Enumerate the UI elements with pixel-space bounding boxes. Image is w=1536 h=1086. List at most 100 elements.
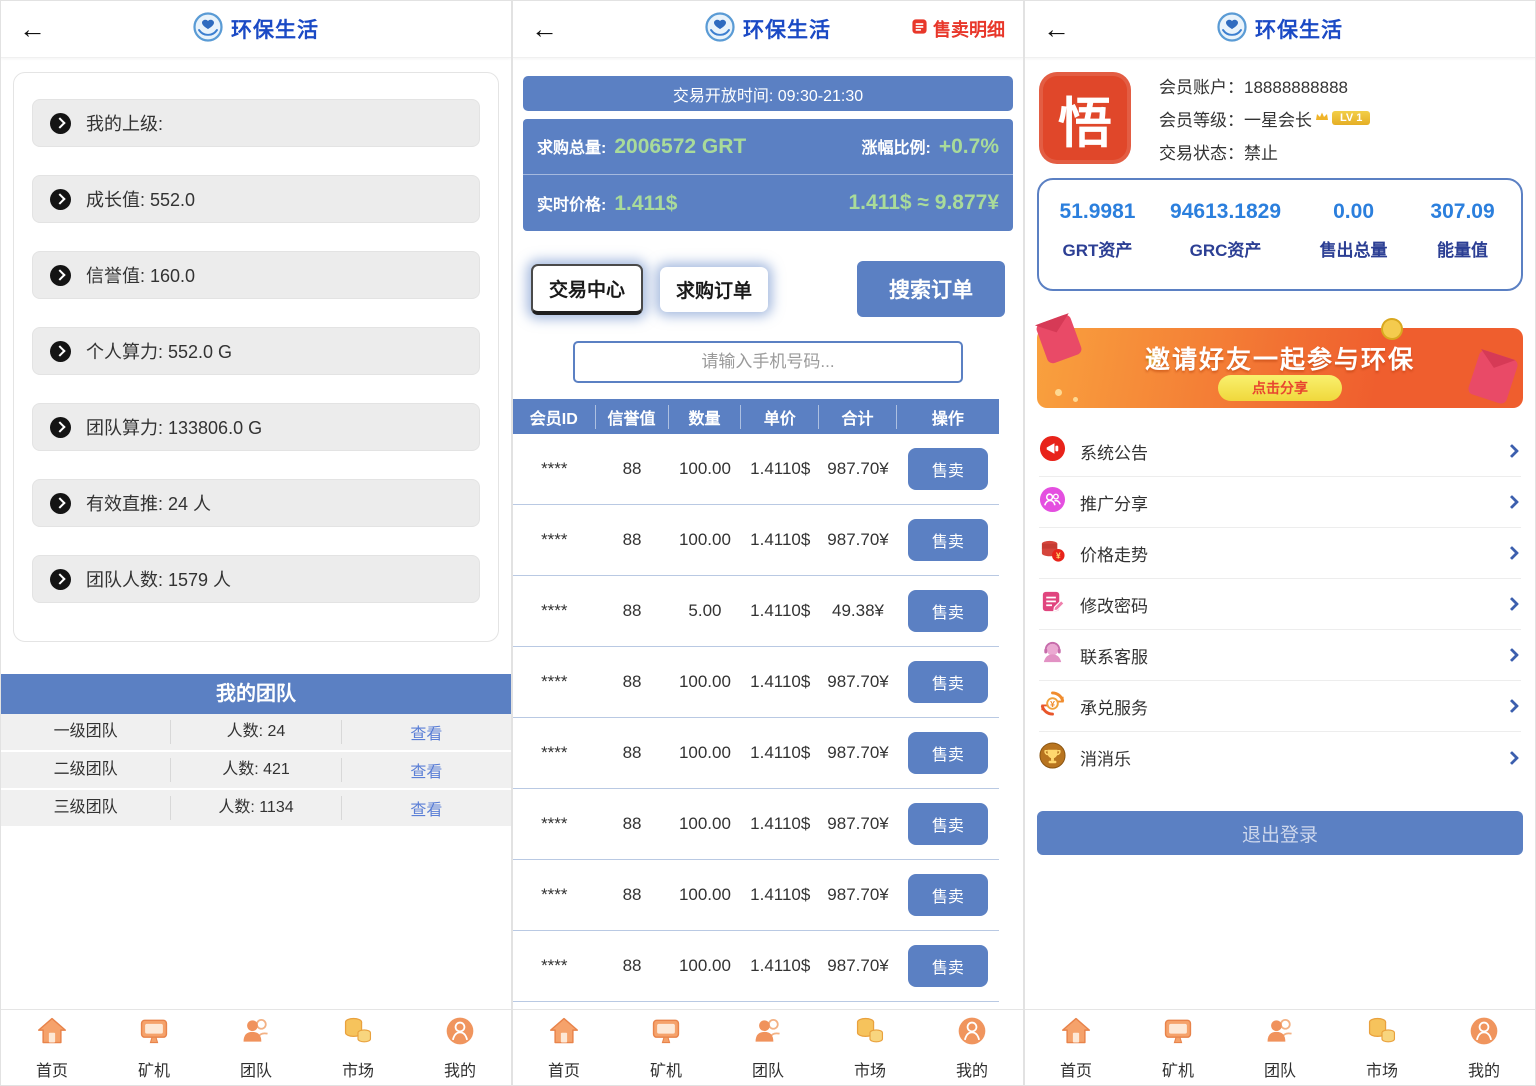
orders-table-header: 会员ID 信誉值 数量 单价 合计 操作 [513,399,999,434]
asset-grc: 94613.1829GRC资产 [1152,200,1299,261]
cell-member-id: **** [513,814,596,834]
team-count: 人数: 1134 [171,796,341,820]
team-screen: ← 环保生活 我的上级: 成长值: 552.0 信誉值: 160.0 个人算力:… [0,0,512,1086]
asset-sold: 0.00售出总量 [1299,200,1408,261]
chevron-circle-icon [50,341,71,362]
menu-item-change-password[interactable]: 修改密码 [1039,579,1521,630]
table-row: ****88100.001.4110$987.70¥售卖 [513,718,999,789]
sell-button[interactable]: 售卖 [908,803,988,845]
cell-total: 987.70¥ [819,814,897,834]
chevron-right-icon [1505,546,1519,560]
nav-tab-miner[interactable]: 矿机 [103,1010,205,1085]
stat-text: 有效直推: 24 人 [86,490,211,516]
sell-button[interactable]: 售卖 [908,945,988,987]
cell-qty: 5.00 [669,601,742,621]
nav-label: 市场 [854,1057,886,1081]
cell-credit: 88 [596,601,669,621]
cell-qty: 100.00 [669,672,742,692]
nav-label: 矿机 [138,1057,170,1081]
tab-trade-center[interactable]: 交易中心 [531,264,643,315]
chevron-right-icon [1505,648,1519,662]
sell-button[interactable]: 售卖 [908,448,988,490]
asset-grt: 51.9981GRT资产 [1043,200,1152,261]
sell-button[interactable]: 售卖 [908,519,988,561]
view-link[interactable]: 查看 [342,758,511,782]
cell-member-id: **** [513,601,596,621]
sell-button[interactable]: 售卖 [908,590,988,632]
nav-tab-profile[interactable]: 我的 [409,1010,511,1085]
nav-tab-market[interactable]: 市场 [1331,1010,1433,1085]
chevron-circle-icon [50,265,71,286]
table-row: 二级团队 人数: 421 查看 [1,752,511,790]
live-price-label: 实时价格: [537,191,606,215]
home-icon [1060,1015,1092,1052]
nav-tab-home[interactable]: 首页 [1025,1010,1127,1085]
nav-tab-market[interactable]: 市场 [307,1010,409,1085]
buy-total-value: 2006572 GRT [614,135,746,159]
sell-details-label: 售卖明细 [933,16,1005,42]
back-button[interactable]: ← [19,16,46,43]
nav-tab-miner[interactable]: 矿机 [615,1010,717,1085]
sell-details-link[interactable]: 售卖明细 [911,16,1005,42]
gold-coin-icon [1378,315,1406,343]
share-button[interactable]: 点击分享 [1218,375,1342,401]
menu-item-announcements[interactable]: 系统公告 [1039,426,1521,477]
team-level: 一级团队 [1,720,171,744]
search-orders-button[interactable]: 搜索订单 [857,261,1005,317]
live-price-value: 1.411$ [614,192,677,216]
cell-qty: 100.00 [669,814,742,834]
cell-price: 1.4110$ [741,530,819,550]
stat-row-direct-referrals: 有效直推: 24 人 [32,479,480,527]
app-title: 环保生活 [231,14,319,44]
coins-icon [854,1015,886,1052]
menu-item-exchange-service[interactable]: ¥ 承兑服务 [1039,681,1521,732]
tab-buy-orders[interactable]: 求购订单 [660,267,768,312]
menu-item-game[interactable]: 消消乐 [1039,732,1521,783]
invite-banner[interactable]: 邀请好友一起参与环保 点击分享 [1037,328,1523,408]
team-table-title: 我的团队 [1,674,511,714]
nav-tab-market[interactable]: 市场 [819,1010,921,1085]
app-logo-icon [705,12,735,47]
table-row: ****88100.001.4110$987.70¥售卖 [513,434,999,505]
sell-button[interactable]: 售卖 [908,661,988,703]
nav-label: 矿机 [650,1057,682,1081]
menu-item-customer-service[interactable]: 联系客服 [1039,630,1521,681]
nav-tab-home[interactable]: 首页 [1,1010,103,1085]
asset-label: 能量值 [1408,236,1517,261]
view-link[interactable]: 查看 [342,720,511,744]
nav-tab-profile[interactable]: 我的 [1433,1010,1535,1085]
cell-total: 987.70¥ [819,885,897,905]
nav-tab-home[interactable]: 首页 [513,1010,615,1085]
menu-item-price-trend[interactable]: ¥ 价格走势 [1039,528,1521,579]
brand: 环保生活 [705,12,831,47]
back-button[interactable]: ← [1043,16,1070,43]
back-button[interactable]: ← [531,16,558,43]
nav-tab-team[interactable]: 团队 [717,1010,819,1085]
sell-button[interactable]: 售卖 [908,874,988,916]
team-icon [752,1015,784,1052]
change-value: +0.7% [939,135,999,159]
team-icon [1264,1015,1296,1052]
game-icon [1039,742,1066,774]
team-stats-card: 我的上级: 成长值: 552.0 信誉值: 160.0 个人算力: 552.0 … [13,72,499,642]
stat-text: 个人算力: 552.0 G [86,338,232,364]
view-link[interactable]: 查看 [342,796,511,820]
phone-search-input[interactable] [573,341,963,383]
asset-label: 售出总量 [1299,236,1408,261]
nav-label: 市场 [1366,1057,1398,1081]
logout-button[interactable]: 退出登录 [1037,811,1523,855]
nav-tab-miner[interactable]: 矿机 [1127,1010,1229,1085]
chevron-right-icon [1505,750,1519,764]
cell-qty: 100.00 [669,459,742,479]
nav-tab-profile[interactable]: 我的 [921,1010,1023,1085]
profile-icon [444,1015,476,1052]
menu-item-share[interactable]: 推广分享 [1039,477,1521,528]
sell-button[interactable]: 售卖 [908,732,988,774]
nav-tab-team[interactable]: 团队 [1229,1010,1331,1085]
stat-row-team-size: 团队人数: 1579 人 [32,555,480,603]
asset-energy: 307.09能量值 [1408,200,1517,261]
profile-appbar: ← 环保生活 [1025,1,1535,58]
cell-price: 1.4110$ [741,672,819,692]
asset-label: GRC资产 [1152,236,1299,261]
nav-tab-team[interactable]: 团队 [205,1010,307,1085]
